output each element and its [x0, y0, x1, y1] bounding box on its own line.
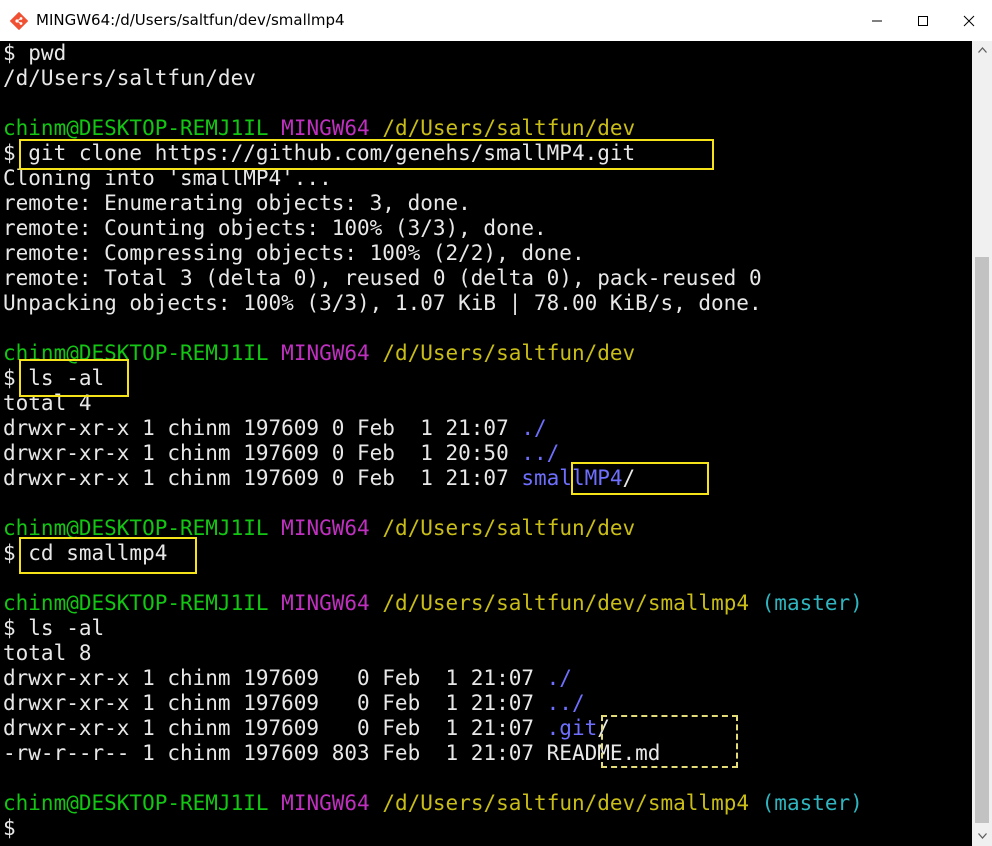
- prompt-user-host: chinm@DESKTOP-REMJ1IL: [3, 516, 269, 540]
- listing-row: drwxr-xr-x 1 chinm 197609 0 Feb 1 21:07 …: [3, 466, 636, 490]
- terminal-line: remote: Compressing objects: 100% (2/2),…: [3, 241, 585, 265]
- terminal-line: Unpacking objects: 100% (3/3), 1.07 KiB …: [3, 291, 762, 315]
- dir-name: ../: [521, 441, 560, 465]
- scrollbar[interactable]: [972, 41, 992, 846]
- prompt-line: chinm@DESKTOP-REMJ1IL MINGW64 /d/Users/s…: [3, 591, 863, 616]
- listing-row: -rw-r--r-- 1 chinm 197609 803 Feb 1 21:0…: [3, 741, 661, 765]
- listing-row: drwxr-xr-x 1 chinm 197609 0 Feb 1 21:07 …: [3, 416, 547, 440]
- arrow-down-icon: [977, 832, 987, 839]
- dir-name: ./: [521, 416, 547, 440]
- prompt-user-host: chinm@DESKTOP-REMJ1IL: [3, 791, 269, 815]
- prompt-env: MINGW64: [281, 116, 370, 140]
- prompt-env: MINGW64: [281, 516, 370, 540]
- prompt-env: MINGW64: [281, 591, 370, 615]
- maximize-icon: [918, 15, 928, 26]
- prompt-branch: (master): [761, 591, 863, 615]
- command-line: $ git clone https://github.com/genehs/sm…: [3, 141, 636, 165]
- prompt-user-host: chinm@DESKTOP-REMJ1IL: [3, 116, 269, 140]
- scroll-up-button[interactable]: [972, 41, 992, 58]
- git-bash-icon: [10, 12, 28, 30]
- file-name: README.md: [546, 741, 661, 765]
- terminal-line: total 8: [3, 641, 92, 665]
- terminal-line: total 4: [3, 391, 92, 415]
- listing-row: drwxr-xr-x 1 chinm 197609 0 Feb 1 21:07 …: [3, 716, 610, 740]
- maximize-button[interactable]: [900, 0, 946, 41]
- prompt-user-host: chinm@DESKTOP-REMJ1IL: [3, 341, 269, 365]
- close-button[interactable]: [946, 0, 992, 41]
- close-icon: [963, 15, 975, 26]
- minimize-button[interactable]: [854, 0, 900, 41]
- scroll-down-button[interactable]: [972, 827, 992, 844]
- prompt-branch: (master): [761, 791, 863, 815]
- listing-row: drwxr-xr-x 1 chinm 197609 0 Feb 1 20:50 …: [3, 441, 560, 465]
- prompt-path: /d/Users/saltfun/dev: [382, 341, 636, 365]
- prompt-path: /d/Users/saltfun/dev/smallmp4: [382, 591, 749, 615]
- terminal-output[interactable]: $ pwd /d/Users/saltfun/dev chinm@DESKTOP…: [0, 41, 972, 846]
- dir-name: ./: [546, 666, 572, 690]
- terminal-line: $ pwd: [3, 41, 67, 65]
- prompt-env: MINGW64: [281, 791, 370, 815]
- window-titlebar[interactable]: MINGW64:/d/Users/saltfun/dev/smallmp4: [0, 0, 992, 42]
- terminal-line: remote: Enumerating objects: 3, done.: [3, 191, 471, 215]
- listing-row: drwxr-xr-x 1 chinm 197609 0 Feb 1 21:07 …: [3, 666, 572, 690]
- terminal-line: /d/Users/saltfun/dev: [3, 66, 256, 90]
- prompt-line: chinm@DESKTOP-REMJ1IL MINGW64 /d/Users/s…: [3, 341, 635, 366]
- command-line: $ cd smallmp4: [3, 541, 168, 565]
- dir-name: .git: [546, 716, 598, 740]
- arrow-up-icon: [977, 46, 987, 53]
- terminal-line: Cloning into 'smallMP4'...: [3, 166, 332, 190]
- dir-name: smallMP4: [521, 466, 623, 490]
- command-line: $ ls -al: [3, 366, 105, 390]
- prompt-path: /d/Users/saltfun/dev: [382, 116, 636, 140]
- window-title: MINGW64:/d/Users/saltfun/dev/smallmp4: [36, 11, 345, 29]
- command-line[interactable]: $: [3, 816, 16, 841]
- scrollbar-thumb[interactable]: [975, 257, 989, 823]
- command-line: $ ls -al: [3, 616, 105, 640]
- prompt-user-host: chinm@DESKTOP-REMJ1IL: [3, 591, 269, 615]
- terminal-line: remote: Counting objects: 100% (3/3), do…: [3, 216, 547, 240]
- prompt-line: chinm@DESKTOP-REMJ1IL MINGW64 /d/Users/s…: [3, 116, 635, 141]
- prompt-path: /d/Users/saltfun/dev: [382, 516, 636, 540]
- prompt-env: MINGW64: [281, 341, 370, 365]
- listing-row: drwxr-xr-x 1 chinm 197609 0 Feb 1 21:07 …: [3, 691, 585, 715]
- dir-name: ../: [546, 691, 585, 715]
- minimize-icon: [872, 20, 882, 21]
- prompt-line: chinm@DESKTOP-REMJ1IL MINGW64 /d/Users/s…: [3, 791, 863, 816]
- prompt-line: chinm@DESKTOP-REMJ1IL MINGW64 /d/Users/s…: [3, 516, 635, 541]
- terminal-line: remote: Total 3 (delta 0), reused 0 (del…: [3, 266, 762, 290]
- prompt-path: /d/Users/saltfun/dev/smallmp4: [382, 791, 749, 815]
